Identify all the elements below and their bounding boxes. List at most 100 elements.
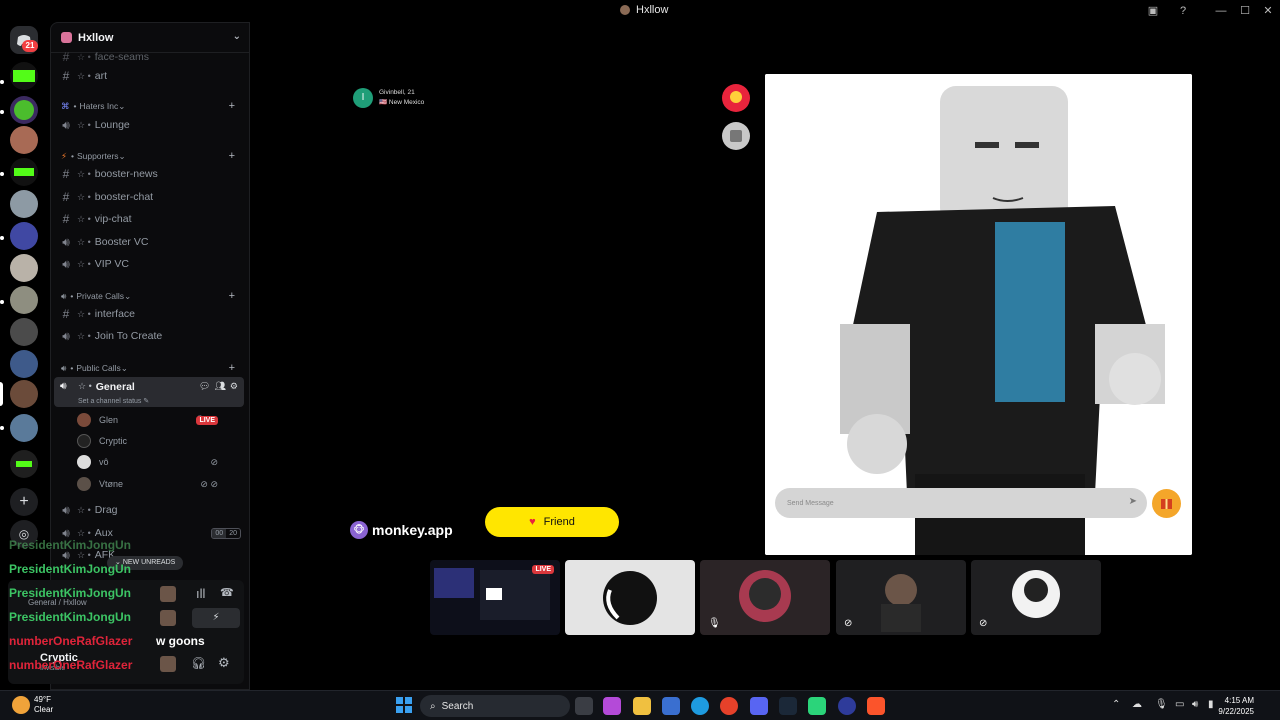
file-explorer-icon[interactable] (633, 697, 651, 715)
server-kick-icon[interactable] (10, 158, 38, 186)
friend-button[interactable]: ♥ Friend (485, 507, 619, 537)
search-icon: ⌕ (430, 700, 436, 712)
noise-suppression-icon[interactable]: ıll (196, 586, 205, 601)
activity-button[interactable]: ⚡︎ (192, 608, 240, 628)
add-channel-icon[interactable]: + (229, 100, 235, 112)
invite-icon[interactable]: 👥︎ (214, 381, 225, 392)
task-view-icon[interactable] (575, 697, 593, 715)
participant-tile-vo[interactable]: ⊘ (971, 560, 1101, 635)
channel-vip-vc[interactable]: 🔊︎ ☆ • VIP VC (59, 254, 245, 274)
network-icon[interactable]: ▭ (1175, 699, 1184, 710)
speaker-icon: 🔊︎ (62, 328, 70, 343)
voice-user-cryptic[interactable]: Cryptic (77, 432, 242, 450)
category-private-calls[interactable]: 🔊︎ • Private Calls ⌄ + (61, 289, 241, 303)
server-night-icon[interactable] (10, 350, 38, 378)
clock[interactable]: 4:15 AM 9/22/2025 (1214, 695, 1254, 717)
steam-icon[interactable] (779, 697, 797, 715)
user-count: 00 (212, 528, 227, 538)
app-icon[interactable] (838, 697, 856, 715)
headphones-icon[interactable]: 🎧︎ (191, 656, 206, 670)
star-icon: ☆ • (77, 70, 91, 81)
channel-interface[interactable]: # ☆ • interface (59, 304, 245, 324)
volume-icon[interactable]: 🔊︎ (1192, 699, 1198, 710)
channel-drag[interactable]: 🔊︎ ☆ • Drag (59, 500, 245, 520)
add-channel-icon[interactable]: + (229, 290, 235, 302)
minimize-button[interactable]: — (1213, 3, 1229, 19)
server-crowd-icon[interactable] (10, 414, 38, 442)
send-icon[interactable]: ➤ (1129, 496, 1137, 507)
category-supporters[interactable]: ⚡ • Supporters ⌄ + (61, 149, 241, 163)
help-icon[interactable]: ? (1175, 3, 1191, 19)
channel-status[interactable]: Set a channel status ✎ (78, 397, 149, 405)
gift-button[interactable] (1152, 489, 1181, 518)
server-dark-icon[interactable] (10, 318, 38, 346)
close-button[interactable]: ✕ (1260, 3, 1276, 19)
windows-start-icon[interactable] (396, 697, 412, 713)
maximize-button[interactable]: ☐ (1237, 3, 1253, 19)
channel-lounge[interactable]: 🔊︎ ☆ • Lounge (59, 115, 245, 135)
voice-user-vo[interactable]: vô ⊘ (77, 453, 242, 471)
server-photo-icon[interactable] (10, 126, 38, 154)
participant-tile-vtone[interactable]: ⊘ (836, 560, 966, 635)
channel-art[interactable]: # ☆ • art (59, 66, 245, 86)
channel-booster-chat[interactable]: # ☆ • booster-chat (59, 187, 245, 207)
voice-user-vtone[interactable]: Vtøne ⊘ ⊘ (77, 475, 242, 493)
chat-bubble-icon[interactable]: 💬︎ (199, 381, 210, 392)
channel-label: General (95, 380, 135, 393)
unread-dot (0, 426, 4, 430)
server-blue-icon[interactable] (10, 222, 38, 250)
taskbar-search[interactable]: ⌕ Search (420, 695, 570, 717)
channel-face-seams[interactable]: # ☆ • face-seams (59, 47, 245, 67)
gear-icon[interactable]: ⚙ (230, 381, 238, 392)
channel-general[interactable]: 🔊︎ ☆ • General 💬︎ 👥︎ ⚙ Set a channel statu… (54, 377, 244, 407)
skip-icon[interactable] (722, 122, 750, 150)
weather-icon[interactable] (12, 696, 30, 714)
chevron-down-icon[interactable]: ⌄ (233, 31, 241, 42)
gear-icon[interactable]: ⚙ (218, 655, 230, 671)
add-server-icon[interactable]: + (10, 488, 38, 516)
star-icon: ☆ • (77, 191, 91, 202)
category-haters-inc[interactable]: ⌘ • Haters Inc ⌄ + (61, 99, 241, 113)
participant-tile-cryptic[interactable] (565, 560, 695, 635)
report-icon[interactable] (722, 84, 750, 112)
voice-user-name: vô (99, 457, 109, 467)
store-icon[interactable] (662, 697, 680, 715)
copilot-icon[interactable] (603, 697, 621, 715)
unread-badge: 21 (22, 40, 38, 52)
edge-icon[interactable] (691, 697, 709, 715)
message-input[interactable]: Send Message ➤ (775, 488, 1147, 518)
disconnect-icon[interactable]: ☎ (220, 586, 234, 599)
peer-location: 🇺🇸 New Mexico (379, 99, 425, 106)
app-icon[interactable] (808, 697, 826, 715)
brave-icon[interactable] (867, 697, 885, 715)
weather-widget[interactable]: 49°F Clear (34, 695, 53, 715)
onedrive-icon[interactable]: ☁ (1132, 699, 1142, 710)
server-kick-bot-icon[interactable] (10, 62, 38, 90)
server-face-icon[interactable] (10, 254, 38, 282)
category-public-calls[interactable]: 🔊︎ • Public Calls ⌄ + (61, 361, 241, 375)
participant-tile-monkey[interactable]: 🎙︎ (700, 560, 830, 635)
server-green-icon[interactable] (10, 450, 38, 478)
chrome-icon[interactable] (720, 697, 738, 715)
channel-join-to-create[interactable]: 🔊︎ ☆ • Join To Create (59, 326, 245, 346)
speaker-icon: 🔊︎ (60, 380, 67, 392)
server-hxllow-icon[interactable] (10, 380, 38, 408)
mic-icon[interactable]: 🎙︎ (1155, 699, 1168, 710)
channel-vip-chat[interactable]: # ☆ • vip-chat (59, 209, 245, 229)
battery-icon[interactable]: ▮ (1208, 699, 1214, 710)
channel-label: Join To Create (94, 330, 163, 342)
voice-user-glen[interactable]: Glen 🎙︎ LIVE (77, 411, 242, 429)
add-channel-icon[interactable]: + (229, 362, 235, 374)
add-channel-icon[interactable]: + (229, 150, 235, 162)
server-kick-kids-icon[interactable] (10, 96, 38, 124)
server-grey-icon[interactable] (10, 190, 38, 218)
channel-booster-vc[interactable]: 🔊︎ ☆ • Booster VC (59, 232, 245, 252)
inbox-icon[interactable]: ▣ (1145, 3, 1161, 19)
tray-chevron-icon[interactable]: ⌃ (1112, 699, 1120, 710)
channel-label: face-seams (94, 51, 150, 63)
participant-tile-stream[interactable]: LIVE (430, 560, 560, 635)
channel-booster-news[interactable]: # ☆ • booster-news (59, 164, 245, 184)
server-group-icon[interactable] (10, 286, 38, 314)
server-icon (61, 32, 72, 43)
discord-icon[interactable] (750, 697, 768, 715)
